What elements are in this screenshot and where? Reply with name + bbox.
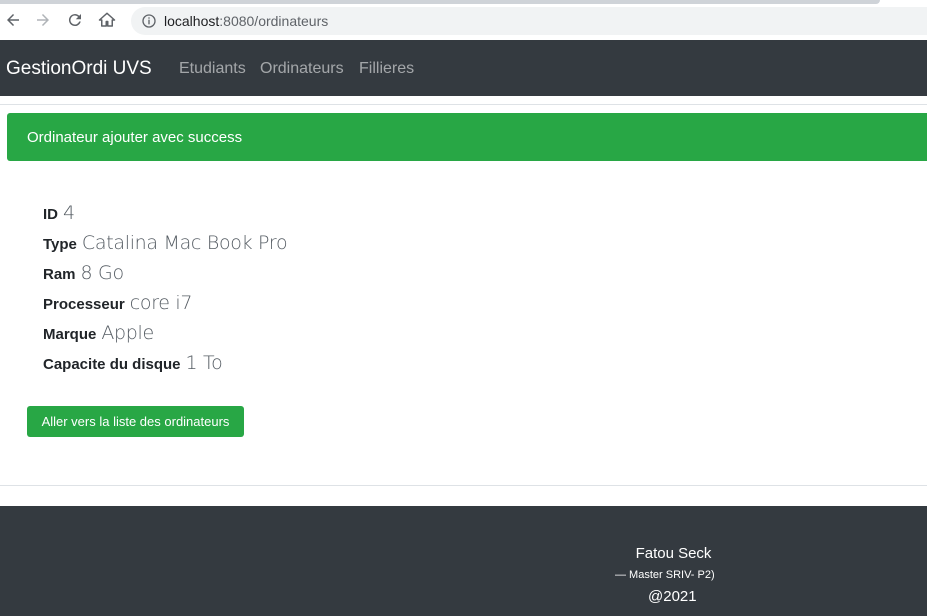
- detail-row-marque: Marque Apple: [43, 322, 154, 352]
- browser-toolbar: localhost:8080/ordinateurs: [0, 0, 927, 40]
- detail-value: Apple: [101, 322, 154, 344]
- detail-label: Ram: [43, 266, 76, 283]
- tab-strip-edge: [0, 0, 880, 4]
- navbar: GestionOrdi UVS Etudiants Ordinateurs Fi…: [0, 40, 927, 96]
- detail-value: 8 Go: [80, 262, 125, 284]
- nav-link-etudiants[interactable]: Etudiants: [179, 60, 246, 78]
- footer-subtitle: — Master SRIV- P2): [615, 569, 715, 581]
- go-to-list-button[interactable]: Aller vers la liste des ordinateurs: [27, 406, 244, 437]
- detail-label: Type: [43, 236, 77, 253]
- alert-message: Ordinateur ajouter avec success: [27, 129, 243, 146]
- nav-link-ordinateurs[interactable]: Ordinateurs: [260, 60, 344, 78]
- detail-label: Marque: [43, 326, 97, 343]
- footer-year: @2021: [648, 588, 697, 605]
- forward-icon[interactable]: [33, 10, 53, 30]
- url-host: localhost: [164, 13, 220, 29]
- home-icon[interactable]: [97, 10, 117, 30]
- footer: Fatou Seck — Master SRIV- P2) @2021: [0, 506, 927, 616]
- reload-icon[interactable]: [65, 10, 85, 30]
- detail-row-processeur: Processeur core i7: [43, 292, 192, 322]
- divider: [0, 104, 927, 105]
- success-alert: Ordinateur ajouter avec success: [7, 113, 927, 161]
- divider: [0, 485, 927, 486]
- back-icon[interactable]: [3, 10, 23, 30]
- detail-label: Capacite du disque: [43, 356, 181, 373]
- detail-label: Processeur: [43, 296, 125, 313]
- detail-value: Catalina Mac Book Pro: [81, 232, 288, 254]
- url-path: :8080/ordinateurs: [219, 13, 329, 29]
- address-bar[interactable]: localhost:8080/ordinateurs: [131, 7, 927, 35]
- detail-row-ram: Ram 8 Go: [43, 262, 124, 292]
- detail-label: ID: [43, 206, 58, 223]
- detail-value: core i7: [129, 292, 193, 314]
- detail-value: 1 To: [185, 352, 223, 374]
- detail-row-id: ID 4: [43, 202, 75, 232]
- detail-value: 4: [63, 202, 75, 224]
- footer-author: Fatou Seck: [635, 545, 712, 562]
- detail-row-type: Type Catalina Mac Book Pro: [43, 232, 288, 262]
- detail-row-capacite: Capacite du disque 1 To: [43, 352, 223, 382]
- navbar-brand[interactable]: GestionOrdi UVS: [6, 58, 152, 80]
- info-icon[interactable]: [141, 13, 157, 29]
- url-text[interactable]: localhost:8080/ordinateurs: [164, 13, 328, 29]
- nav-link-fillieres[interactable]: Fillieres: [359, 60, 414, 78]
